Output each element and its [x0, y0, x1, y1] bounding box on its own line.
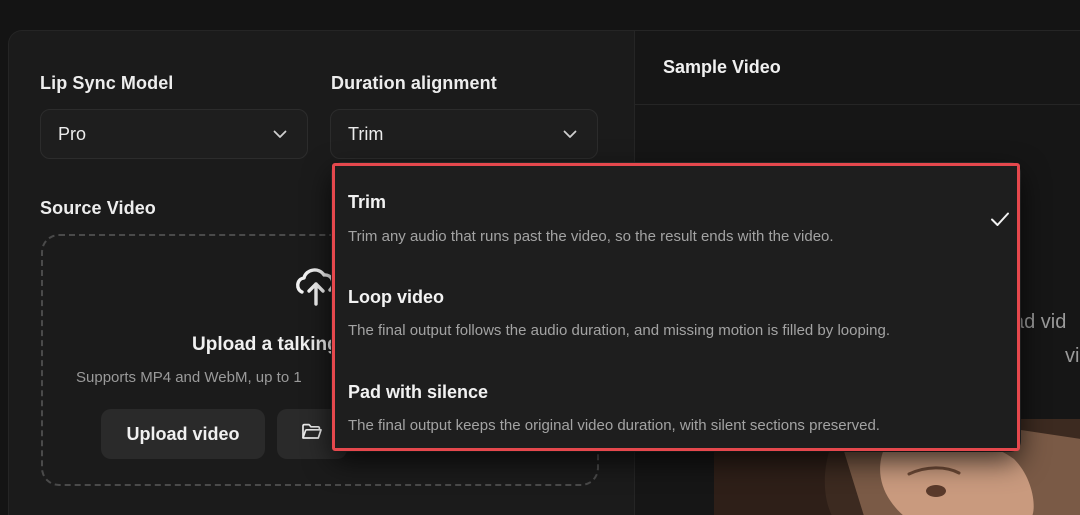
sample-video-title: Sample Video — [663, 57, 781, 77]
menu-option-loop-video[interactable]: Loop video The final output follows the … — [332, 258, 1020, 350]
duration-alignment-label: Duration alignment — [331, 73, 497, 93]
duration-alignment-menu: Trim Trim any audio that runs past the v… — [332, 163, 1020, 451]
menu-option-title: Loop video — [348, 287, 444, 307]
checkmark-icon — [989, 208, 1011, 230]
lip-sync-model-label: Lip Sync Model — [40, 73, 174, 93]
menu-option-description: The final output keeps the original vide… — [348, 417, 880, 434]
lip-sync-model-select[interactable]: Pro — [40, 109, 308, 159]
lip-sync-model-value: Pro — [58, 123, 87, 144]
menu-option-title: Trim — [348, 192, 387, 212]
source-video-label: Source Video — [40, 198, 156, 218]
sample-video-header: Sample Video — [635, 31, 1080, 105]
upload-video-button[interactable]: Upload video — [101, 409, 265, 459]
sample-partial-text: vi — [1065, 345, 1080, 367]
upload-subtitle: Supports MP4 and WebM, up to 1 — [76, 369, 302, 386]
app-root: Lip Sync Model Pro Duration alignment Tr… — [0, 0, 1080, 515]
chevron-down-icon — [273, 127, 287, 141]
sample-partial-text: ad vid — [1013, 311, 1067, 333]
menu-option-pad-with-silence[interactable]: Pad with silence The final output keeps … — [332, 353, 1020, 445]
chevron-down-icon — [563, 127, 577, 141]
menu-option-trim[interactable]: Trim Trim any audio that runs past the v… — [332, 163, 1020, 255]
menu-option-description: The final output follows the audio durat… — [348, 322, 890, 339]
duration-alignment-value: Trim — [348, 123, 384, 144]
upload-title: Upload a talking — [192, 334, 339, 355]
menu-option-description: Trim any audio that runs past the video,… — [348, 228, 834, 245]
duration-alignment-select[interactable]: Trim — [330, 109, 598, 159]
menu-option-title: Pad with silence — [348, 382, 489, 402]
folder-open-icon — [301, 423, 323, 446]
